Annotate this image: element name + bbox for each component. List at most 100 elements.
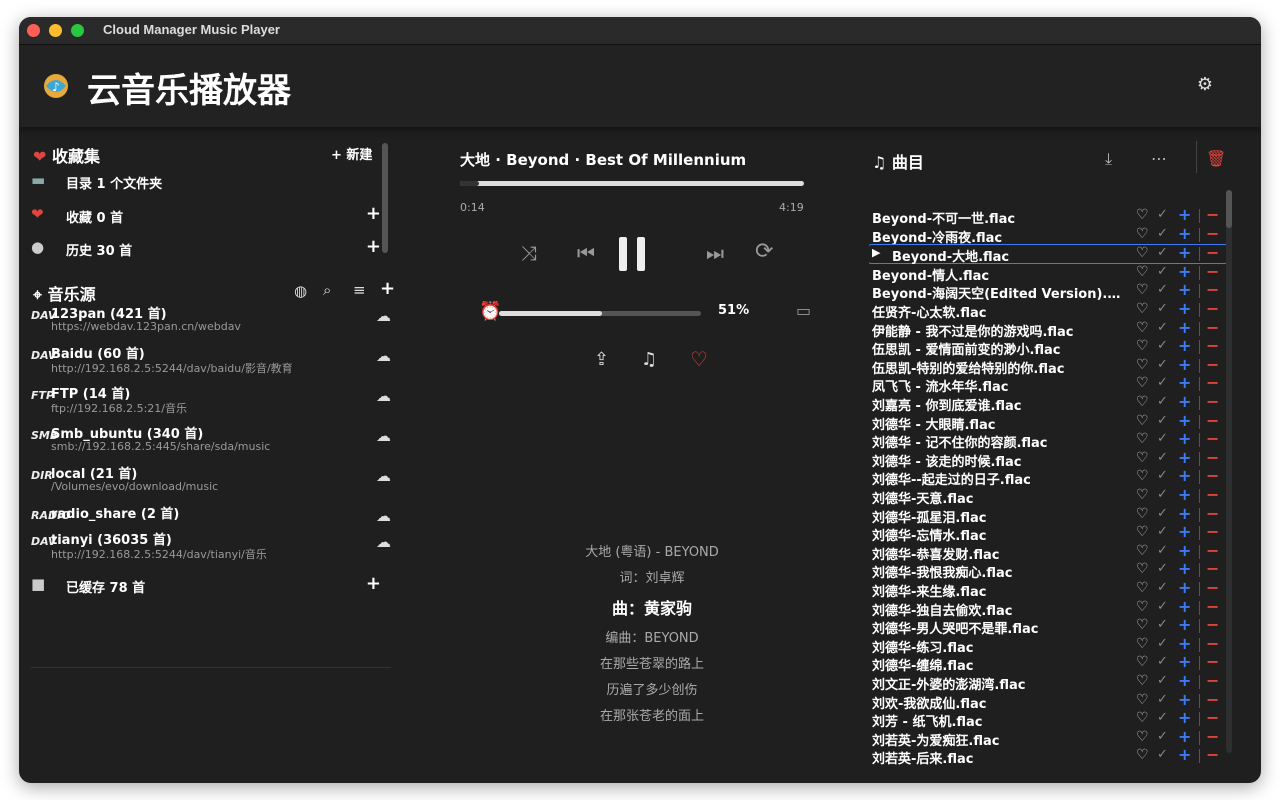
check-icon[interactable]: ✓ — [1157, 431, 1168, 446]
zoom-window-button[interactable] — [71, 24, 84, 37]
favorites-item-history[interactable]: ● 历史 30 首 + — [31, 236, 381, 260]
add-icon[interactable]: + — [1178, 373, 1191, 392]
remove-icon[interactable]: − — [1206, 615, 1219, 634]
check-icon[interactable]: ✓ — [1157, 207, 1168, 222]
heart-icon[interactable]: ♡ — [1136, 729, 1149, 745]
cloud-sync-icon[interactable]: ☁ — [376, 427, 391, 445]
add-icon[interactable]: + — [1178, 504, 1191, 523]
check-icon[interactable]: ✓ — [1157, 320, 1168, 335]
remove-icon[interactable]: − — [1206, 634, 1219, 653]
heart-icon[interactable]: ♡ — [1136, 394, 1149, 410]
check-icon[interactable]: ✓ — [1157, 282, 1168, 297]
remove-icon[interactable]: − — [1206, 652, 1219, 671]
cloud-sync-icon[interactable]: ☁ — [376, 507, 391, 525]
heart-icon[interactable]: ♡ — [1136, 617, 1149, 633]
track-row[interactable]: 刘德华-男人哭吧不是罪.flac ♡ ✓ + − — [869, 615, 1227, 637]
settings-gear-icon[interactable]: ⚙ — [1195, 75, 1215, 95]
track-row[interactable]: 刘德华-孤星泪.flac ♡ ✓ + − — [869, 504, 1227, 526]
close-window-button[interactable] — [27, 24, 40, 37]
remove-icon[interactable]: − — [1206, 745, 1219, 764]
cached-item[interactable]: ■ 已缓存 78 首 + — [31, 573, 381, 597]
add-source-button[interactable]: + — [380, 278, 395, 299]
check-icon[interactable]: ✓ — [1157, 375, 1168, 390]
remove-icon[interactable]: − — [1206, 355, 1219, 374]
cloud-sync-icon[interactable]: ☁ — [376, 347, 391, 365]
download-icon[interactable]: ⤓ — [1105, 149, 1112, 169]
heart-icon[interactable]: ♡ — [1136, 413, 1149, 429]
remove-icon[interactable]: − — [1206, 262, 1219, 281]
add-icon[interactable]: + — [1178, 652, 1191, 671]
check-icon[interactable]: ✓ — [1157, 729, 1168, 744]
remove-icon[interactable]: − — [1206, 727, 1219, 746]
add-icon[interactable]: + — [1178, 559, 1191, 578]
track-row[interactable]: 刘若英-为爱痴狂.flac ♡ ✓ + − — [869, 727, 1227, 749]
heart-icon[interactable]: ♡ — [1136, 226, 1149, 242]
add-icon[interactable]: + — [1178, 485, 1191, 504]
add-icon[interactable]: + — [1178, 615, 1191, 634]
check-icon[interactable]: ✓ — [1157, 654, 1168, 669]
heart-icon[interactable]: ♡ — [1136, 524, 1149, 540]
heart-icon[interactable]: ♡ — [1136, 543, 1149, 559]
more-options-icon[interactable]: ⋯ — [1151, 149, 1167, 168]
add-icon[interactable]: + — [1178, 578, 1191, 597]
add-icon[interactable]: + — [1178, 411, 1191, 430]
add-icon[interactable]: + — [1178, 280, 1191, 299]
track-row[interactable]: 刘德华-忘情水.flac ♡ ✓ + − — [869, 522, 1227, 544]
heart-icon[interactable]: ♡ — [1136, 245, 1149, 261]
check-icon[interactable]: ✓ — [1157, 561, 1168, 576]
cloud-sync-icon[interactable]: ☁ — [376, 307, 391, 325]
scrollbar-thumb[interactable] — [1226, 190, 1232, 228]
remove-icon[interactable]: − — [1206, 243, 1219, 262]
remove-icon[interactable]: − — [1206, 429, 1219, 448]
track-row[interactable]: 凤飞飞 - 流水年华.flac ♡ ✓ + − — [869, 373, 1227, 395]
remove-icon[interactable]: − — [1206, 466, 1219, 485]
add-icon[interactable]: + — [1178, 727, 1191, 746]
alarm-clock-icon[interactable]: ⏰ — [479, 301, 501, 322]
track-row[interactable]: 刘嘉亮 - 你到底爱谁.flac ♡ ✓ + − — [869, 392, 1227, 414]
heart-icon[interactable]: ♡ — [1136, 450, 1149, 466]
new-collection-button[interactable]: + 新建 — [331, 144, 372, 163]
track-row[interactable]: 刘芳 - 纸飞机.flac ♡ ✓ + − — [869, 708, 1227, 730]
remove-icon[interactable]: − — [1206, 299, 1219, 318]
source-item[interactable]: DAV tianyi (36035 首) http://192.168.2.5:… — [31, 529, 391, 565]
share-icon[interactable]: ⇪ — [594, 349, 609, 370]
check-icon[interactable]: ✓ — [1157, 264, 1168, 279]
heart-icon[interactable]: ♡ — [1136, 320, 1149, 336]
add-button[interactable]: + — [366, 203, 381, 224]
remove-icon[interactable]: − — [1206, 504, 1219, 523]
source-item[interactable]: SMB Smb_ubuntu (340 首) smb://192.168.2.5… — [31, 423, 391, 459]
track-row[interactable]: 刘德华-恭喜发财.flac ♡ ✓ + − — [869, 541, 1227, 563]
remove-icon[interactable]: − — [1206, 559, 1219, 578]
source-item[interactable]: DAV Baidu (60 首) http://192.168.2.5:5244… — [31, 343, 391, 379]
library-scrollbar[interactable] — [382, 143, 388, 253]
add-icon[interactable]: + — [1178, 634, 1191, 653]
heart-icon[interactable]: ♡ — [1136, 636, 1149, 652]
add-icon[interactable]: + — [1178, 541, 1191, 560]
progress-bar[interactable] — [460, 181, 804, 186]
heart-icon[interactable]: ♡ — [1136, 282, 1149, 298]
track-row[interactable]: 刘若英-后来.flac ♡ ✓ + − — [869, 745, 1227, 767]
check-icon[interactable]: ✓ — [1157, 673, 1168, 688]
add-icon[interactable]: + — [1178, 318, 1191, 337]
track-row[interactable]: 刘德华-来生缘.flac ♡ ✓ + − — [869, 578, 1227, 600]
add-icon[interactable]: + — [1178, 207, 1191, 224]
remove-icon[interactable]: − — [1206, 708, 1219, 727]
check-icon[interactable]: ✓ — [1157, 524, 1168, 539]
add-button[interactable]: + — [366, 573, 381, 594]
source-item[interactable]: FTP FTP (14 首) ftp://192.168.2.5:21/音乐 ☁ — [31, 383, 391, 419]
track-row[interactable]: 伊能静 - 我不过是你的游戏吗.flac ♡ ✓ + − — [869, 318, 1227, 340]
remove-icon[interactable]: − — [1206, 373, 1219, 392]
add-icon[interactable]: + — [1178, 522, 1191, 541]
add-icon[interactable]: + — [1178, 224, 1191, 243]
track-row[interactable]: 任贤齐-心太软.flac ♡ ✓ + − — [869, 299, 1227, 321]
shuffle-icon[interactable]: ⤨ — [521, 241, 537, 265]
globe-icon[interactable]: ◍ — [294, 282, 307, 300]
heart-icon[interactable]: ♡ — [1136, 561, 1149, 577]
track-row-playing[interactable]: ▶ Beyond-大地.flac ♡ ✓ + − — [869, 243, 1228, 265]
check-icon[interactable]: ✓ — [1157, 506, 1168, 521]
heart-icon[interactable]: ♡ — [1136, 654, 1149, 670]
heart-icon[interactable]: ♡ — [1136, 747, 1149, 763]
source-item[interactable]: DIR local (21 首) /Volumes/evo/download/m… — [31, 463, 391, 499]
next-track-icon[interactable]: ⏭ — [706, 241, 724, 265]
check-icon[interactable]: ✓ — [1157, 357, 1168, 372]
